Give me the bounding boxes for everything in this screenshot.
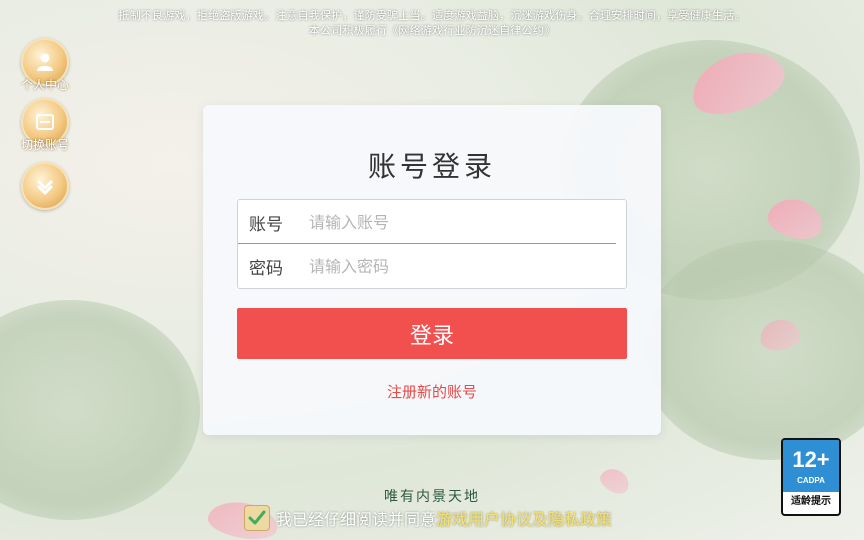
agreement-checkbox[interactable] — [244, 505, 270, 531]
age-rating-number: 12+ — [792, 447, 830, 472]
checkmark-icon — [248, 510, 266, 525]
password-label: 密码 — [249, 258, 283, 279]
age-rating-label: 适龄提示 — [791, 496, 831, 507]
user-center-button[interactable]: 个人中心 — [16, 38, 74, 93]
login-form: 账号 密码 — [237, 199, 627, 289]
age-rating-top: 12+ CADPA — [783, 440, 839, 492]
anti-addiction-notice: 抵制不良游戏，拒绝盗版游戏。注意自我保护，谨防受骗上当。适度游戏益脑，沉迷游戏伤… — [0, 8, 864, 38]
login-panel: 账号登录 账号 密码 登录 注册新的账号 — [203, 105, 661, 435]
collapse-menu-button[interactable] — [16, 162, 74, 210]
account-input[interactable] — [301, 212, 609, 232]
account-row: 账号 — [238, 200, 626, 244]
login-button[interactable]: 登录 — [237, 308, 627, 359]
age-rating-badge[interactable]: 12+ CADPA 适龄提示 — [781, 438, 841, 516]
page-title: 账号登录 — [367, 150, 496, 183]
notice-line-2: 本公司积极履行《网络游戏行业防沉迷自律公约》 — [308, 24, 556, 37]
age-rating-org: CADPA — [797, 476, 825, 485]
chevron-down-icon — [21, 162, 69, 210]
switch-account-button[interactable]: 切换账号 — [16, 98, 74, 153]
switch-account-label: 切换账号 — [20, 138, 69, 152]
agreement-text: 我已经仔细阅读并同意 — [276, 510, 437, 529]
password-row: 密码 — [238, 244, 626, 288]
password-input[interactable] — [301, 256, 609, 276]
notice-line-1: 抵制不良游戏，拒绝盗版游戏。注意自我保护，谨防受骗上当。适度游戏益脑，沉迷游戏伤… — [118, 9, 746, 22]
user-center-label: 个人中心 — [20, 78, 69, 92]
agreement-row: 我已经仔细阅读并同意 游戏用户协议及隐私政策 — [244, 505, 612, 531]
agreement-policy-link[interactable]: 游戏用户协议及隐私政策 — [436, 506, 612, 530]
slogan: 唯有内景天地 — [384, 489, 480, 505]
account-label: 账号 — [249, 214, 283, 235]
register-link[interactable]: 注册新的账号 — [203, 381, 661, 402]
